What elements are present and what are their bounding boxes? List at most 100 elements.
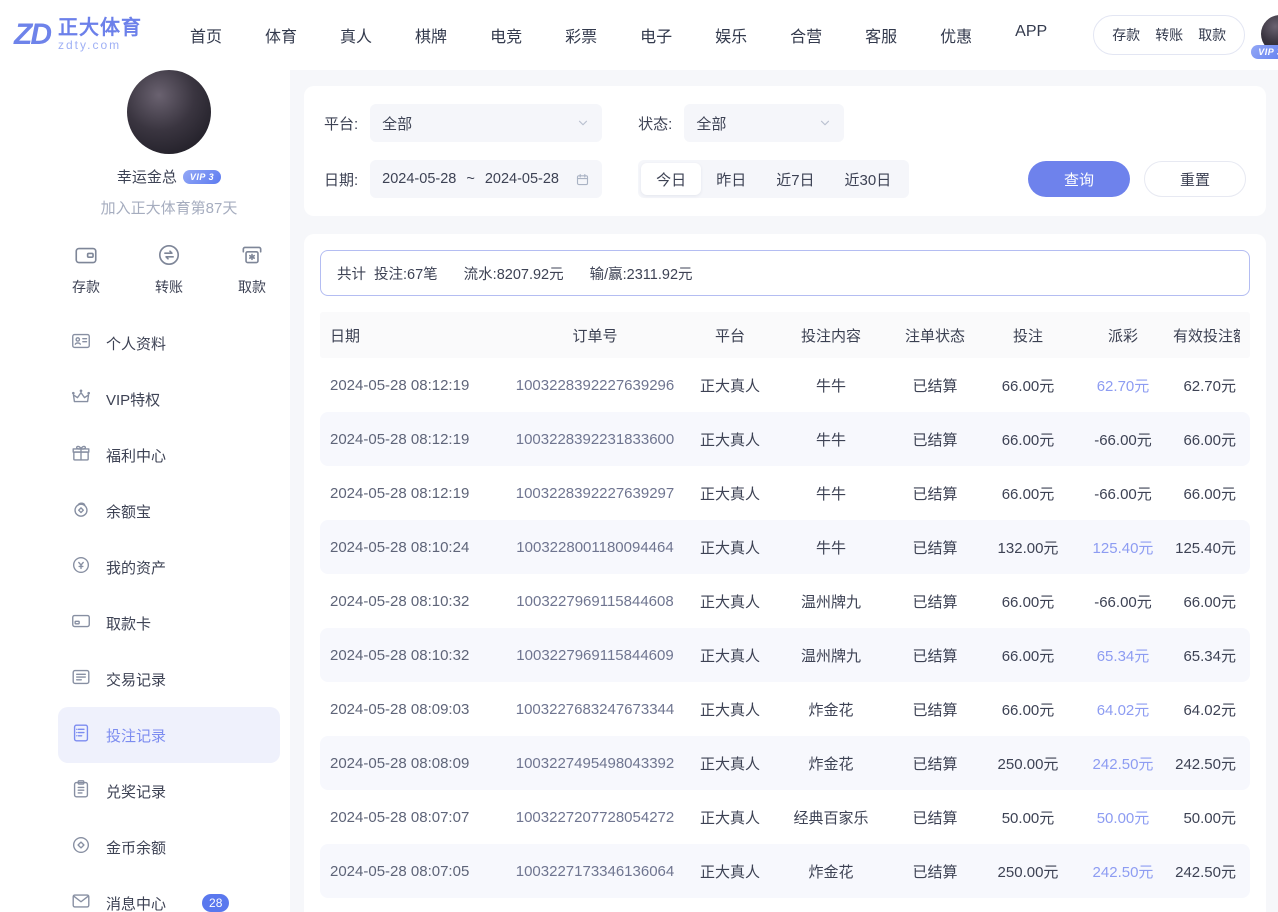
cell-valid: 50.00元 xyxy=(1173,807,1240,828)
savings-pot-icon xyxy=(70,498,92,524)
cell-bet: 50.00元 xyxy=(983,807,1073,828)
cell-platform: 正大真人 xyxy=(685,591,775,612)
cell-valid: 65.34元 xyxy=(1173,645,1240,666)
assets-icon xyxy=(70,554,92,580)
sidebar-item-my-assets[interactable]: 我的资产 xyxy=(58,539,280,595)
vip-badge: VIP 3 xyxy=(1251,45,1278,59)
range-today[interactable]: 今日 xyxy=(641,163,701,195)
cell-bet: 250.00元 xyxy=(983,753,1073,774)
table-header: 日期 订单号 平台 投注内容 注单状态 投注 派彩 有效投注额 xyxy=(320,312,1250,358)
cell-date: 2024-05-28 08:12:19 xyxy=(330,377,505,394)
search-button[interactable]: 查询 xyxy=(1028,161,1130,197)
nav-item-chess-cards[interactable]: 棋牌 xyxy=(415,23,447,47)
cell-date: 2024-05-28 08:12:19 xyxy=(330,431,505,448)
logo-mark-icon: ZD xyxy=(14,18,50,52)
cell-status: 已结算 xyxy=(887,537,983,558)
table-row: 2024-05-28 08:10:32 1003227969115844608 … xyxy=(320,574,1250,628)
nav-item-promotions[interactable]: 优惠 xyxy=(940,23,972,47)
status-select-value: 全部 xyxy=(696,113,726,134)
nav-item-lottery[interactable]: 彩票 xyxy=(565,23,597,47)
nav-item-support[interactable]: 客服 xyxy=(865,23,897,47)
cell-order: 1003227207728054272 xyxy=(505,809,685,826)
cell-status: 已结算 xyxy=(887,429,983,450)
deposit-action[interactable]: 存款 xyxy=(72,242,100,297)
sidebar-item-label: 我的资产 xyxy=(106,557,166,578)
sidebar-item-label: 交易记录 xyxy=(106,669,166,690)
table-row: 2024-05-28 08:08:09 1003227495498043392 … xyxy=(320,736,1250,790)
sidebar-item-message-center[interactable]: 消息中心 28 xyxy=(58,875,280,912)
cell-date: 2024-05-28 08:09:03 xyxy=(330,701,505,718)
sidebar-item-vip[interactable]: VIP特权 xyxy=(58,371,280,427)
sidebar-item-bet-records[interactable]: 投注记录 xyxy=(58,707,280,763)
range-30days[interactable]: 近30日 xyxy=(830,163,907,195)
nav-item-entertainment[interactable]: 娱乐 xyxy=(715,23,747,47)
table-row: 2024-05-28 08:12:19 1003228392227639296 … xyxy=(320,358,1250,412)
cell-bet: 66.00元 xyxy=(983,645,1073,666)
cell-platform: 正大真人 xyxy=(685,537,775,558)
withdraw-action-label: 取款 xyxy=(238,277,266,297)
cell-order: 1003227969115844608 xyxy=(505,593,685,610)
nav-item-esports[interactable]: 电竞 xyxy=(490,23,522,47)
logo[interactable]: ZD 正大体育 zdty.com xyxy=(14,17,142,52)
sidebar-item-welfare-center[interactable]: 福利中心 xyxy=(58,427,280,483)
cell-date: 2024-05-28 08:07:07 xyxy=(330,809,505,826)
date-range-input[interactable]: 2024-05-28 ~ 2024-05-28 xyxy=(370,160,602,198)
cell-bet: 132.00元 xyxy=(983,537,1073,558)
sidebar-item-redeem-records[interactable]: 兑奖记录 xyxy=(58,763,280,819)
profile-avatar xyxy=(127,70,211,154)
sidebar-item-withdraw-card[interactable]: 取款卡 xyxy=(58,595,280,651)
cell-date: 2024-05-28 08:10:32 xyxy=(330,593,505,610)
withdraw-link[interactable]: 取款 xyxy=(1198,25,1226,45)
filter-panel: 平台: 全部 状态: 全部 xyxy=(304,86,1266,216)
summary-total-label: 共计 xyxy=(337,263,366,284)
withdraw-action[interactable]: 取款 xyxy=(238,242,266,297)
summary-win-loss: 输/赢:2311.92元 xyxy=(590,263,693,284)
platform-select-value: 全部 xyxy=(382,113,412,134)
nav-item-app[interactable]: APP xyxy=(1015,23,1047,47)
col-status: 注单状态 xyxy=(887,325,983,346)
cell-valid: 66.00元 xyxy=(1173,591,1240,612)
nav-item-partnership[interactable]: 合营 xyxy=(790,23,822,47)
cell-status: 已结算 xyxy=(887,375,983,396)
sidebar-item-profile[interactable]: 个人资料 xyxy=(58,315,280,371)
platform-select[interactable]: 全部 xyxy=(370,104,602,142)
quick-actions: 存款 转账 取款 xyxy=(58,242,280,297)
nav-item-slots[interactable]: 电子 xyxy=(640,23,672,47)
status-select[interactable]: 全部 xyxy=(684,104,844,142)
sidebar-item-label: 余额宝 xyxy=(106,501,151,522)
transfer-action[interactable]: 转账 xyxy=(155,242,183,297)
nav-item-sports[interactable]: 体育 xyxy=(265,23,297,47)
logo-title: 正大体育 xyxy=(58,17,142,39)
table-row: 2024-05-28 08:07:07 1003227207728054272 … xyxy=(320,790,1250,844)
reset-button[interactable]: 重置 xyxy=(1144,161,1246,197)
cell-platform: 正大真人 xyxy=(685,645,775,666)
sidebar-item-coin-balance[interactable]: 金币余额 xyxy=(58,819,280,875)
platform-filter-label: 平台: xyxy=(324,113,358,134)
cell-content: 经典百家乐 xyxy=(775,807,887,828)
cell-platform: 正大真人 xyxy=(685,861,775,882)
nav-item-live-casino[interactable]: 真人 xyxy=(340,23,372,47)
col-valid: 有效投注额 xyxy=(1173,325,1240,346)
sidebar-item-yuebao[interactable]: 余额宝 xyxy=(58,483,280,539)
unread-count-badge: 28 xyxy=(202,894,229,912)
sidebar-item-transaction-records[interactable]: 交易记录 xyxy=(58,651,280,707)
header-user[interactable]: VIP 3 幸运金总 总资 永久域名: zdty.c xyxy=(1261,15,1278,55)
table-row: 2024-05-28 08:12:19 1003228392227639297 … xyxy=(320,466,1250,520)
bank-card-icon xyxy=(70,610,92,636)
header: ZD 正大体育 zdty.com 首页 体育 真人 棋牌 电竞 彩票 电子 娱乐… xyxy=(0,0,1278,70)
table-row: 2024-05-28 08:10:32 1003227969115844609 … xyxy=(320,628,1250,682)
records-panel: 共计 投注:67笔 流水:8207.92元 输/赢:2311.92元 日期 订单… xyxy=(304,234,1266,912)
cell-content: 温州牌九 xyxy=(775,591,887,612)
deposit-link[interactable]: 存款 xyxy=(1112,25,1140,45)
transfer-link[interactable]: 转账 xyxy=(1155,25,1183,45)
sidebar-item-label: VIP特权 xyxy=(106,389,160,410)
sidebar-item-label: 福利中心 xyxy=(106,445,166,466)
nav-item-home[interactable]: 首页 xyxy=(190,23,222,47)
sidebar-item-label: 消息中心 xyxy=(106,893,166,912)
transfer-action-label: 转账 xyxy=(155,277,183,297)
range-7days[interactable]: 近7日 xyxy=(761,163,829,195)
col-platform: 平台 xyxy=(685,325,775,346)
redeem-clipboard-icon xyxy=(70,778,92,804)
range-yesterday[interactable]: 昨日 xyxy=(701,163,761,195)
chevron-down-icon xyxy=(576,116,590,130)
